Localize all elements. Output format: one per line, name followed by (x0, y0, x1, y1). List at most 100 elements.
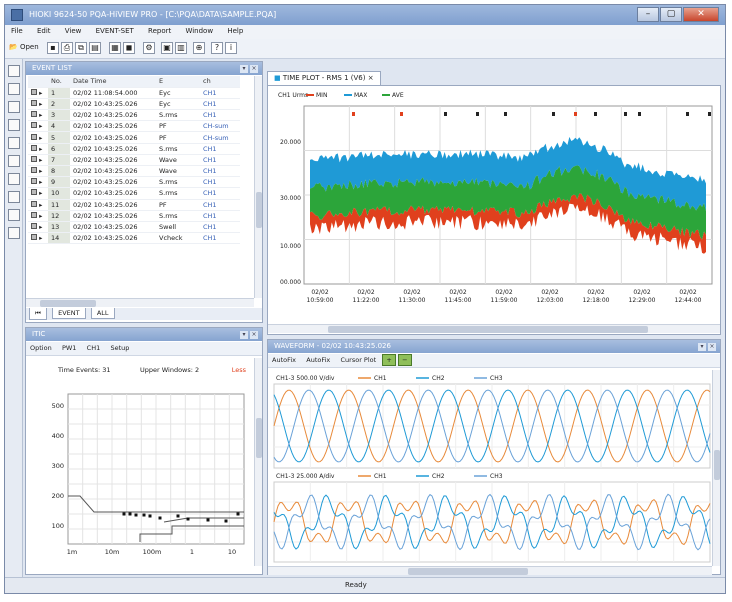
maximize-button[interactable]: ▢ (660, 7, 682, 22)
tool-zoom-icon[interactable] (8, 83, 20, 95)
tool-vector-icon[interactable] (8, 209, 20, 221)
pin-icon[interactable]: ▾ (240, 65, 248, 73)
row-checkbox[interactable]: ▸ (28, 120, 48, 133)
event-row[interactable]: ▸ 11 02/02 10:43:25.026 PF CH1 (28, 199, 240, 211)
disk-icon[interactable]: ◼ (123, 42, 135, 54)
event-row[interactable]: ▸ 5 02/02 10:43:25.026 PF CH-sum (28, 131, 240, 144)
trend-chart[interactable]: CH1 Urms MIN MAX AVE 20.000 30.000 10.000 00.00… (268, 86, 720, 334)
itic-ch-select[interactable]: CH1 (83, 342, 105, 354)
row-checkbox[interactable]: ▸ (28, 109, 48, 122)
itic-close-icon[interactable]: × (250, 331, 258, 339)
wave-cursor-plot-button[interactable]: Cursor Plot (337, 354, 381, 366)
row-checkbox[interactable]: ▸ (28, 154, 48, 167)
tool-graph-icon[interactable] (8, 155, 20, 167)
event-row[interactable]: ▸ 12 02/02 10:43:25.026 S.rms CH1 (28, 210, 240, 222)
tool-measure-icon[interactable] (8, 101, 20, 113)
itic-setup-button[interactable]: Setup (106, 342, 133, 354)
event-row[interactable]: ▸ 8 02/02 10:43:25.026 Wave CH1 (28, 165, 240, 178)
row-checkbox[interactable]: ▸ (28, 232, 48, 245)
itic-chart[interactable]: Time Events: 31 Upper Windows: 2 Less 500 40… (28, 358, 260, 568)
wave-hscroll[interactable] (268, 566, 712, 575)
copy-icon[interactable]: ⧉ (75, 42, 87, 54)
menu-event-set[interactable]: EVENT-SET (90, 25, 140, 35)
wave-vscroll[interactable] (712, 370, 720, 566)
tool-list-icon[interactable] (8, 137, 20, 149)
wave-close-icon[interactable]: × (708, 343, 716, 351)
tool-cursor-icon[interactable] (8, 119, 20, 131)
row-checkbox[interactable]: ▸ (28, 187, 48, 200)
paste-icon[interactable]: ▤ (89, 42, 101, 54)
save-icon[interactable]: ▪ (47, 42, 59, 54)
trend-x-tick-date: 02/02 (633, 289, 650, 296)
row-event: Eyc (156, 87, 200, 99)
status-bar: Ready (5, 577, 725, 593)
window-cascade-icon[interactable]: ▣ (161, 42, 173, 54)
event-row[interactable]: ▸ 14 02/02 10:43:25.026 Vcheck CH1 (28, 232, 240, 245)
col-datetime[interactable]: Date Time (70, 76, 156, 88)
close-button[interactable]: ✕ (683, 7, 719, 22)
wave-zoom-out-icon[interactable]: − (398, 354, 412, 366)
event-row[interactable]: ▸ 1 02/02 11:08:54.000 Eyc CH1 (28, 87, 240, 99)
tab-event[interactable]: EVENT (52, 308, 86, 319)
about-icon[interactable]: i (225, 42, 237, 54)
menu-window[interactable]: Window (179, 25, 219, 35)
row-checkbox[interactable]: ▸ (28, 87, 48, 99)
row-checkbox[interactable]: ▸ (28, 143, 48, 155)
event-row[interactable]: ▸ 9 02/02 10:43:25.026 S.rms CH1 (28, 176, 240, 189)
event-marker (708, 112, 711, 116)
row-checkbox[interactable]: ▸ (28, 176, 48, 189)
col-event[interactable]: E (156, 76, 200, 88)
help-icon[interactable]: ? (211, 42, 223, 54)
report-icon[interactable]: ▦ (109, 42, 121, 54)
col-no[interactable]: No. (48, 76, 70, 88)
event-list-hscroll[interactable] (26, 298, 254, 307)
trend-doc-tab[interactable]: ■ TIME PLOT - RMS 1 (V6) × (267, 71, 381, 85)
col-channel[interactable]: ch (200, 76, 240, 88)
menu-view[interactable]: View (59, 25, 88, 35)
tool-harmonic-icon[interactable] (8, 191, 20, 203)
row-checkbox[interactable]: ▸ (28, 199, 48, 211)
menu-report[interactable]: Report (142, 25, 177, 35)
tool-pointer-icon[interactable] (8, 65, 20, 77)
itic-vscroll[interactable] (254, 358, 262, 566)
itic-option-button[interactable]: Option (26, 342, 56, 354)
tool-trend-icon[interactable] (8, 173, 20, 185)
trend-hscroll[interactable] (268, 324, 720, 333)
wave-pin-icon[interactable]: ▾ (698, 343, 706, 351)
menu-file[interactable]: File (5, 25, 29, 35)
panel-close-icon[interactable]: × (250, 65, 258, 73)
itic-pw-select[interactable]: PW1 (58, 342, 80, 354)
menu-edit[interactable]: Edit (31, 25, 57, 35)
waveform-chart[interactable]: CH1-3 500.00 V/div CH1 CH2 CH3 CH1-3 25.000 … (270, 370, 718, 566)
open-button[interactable]: 📂 Open (9, 43, 39, 51)
window-tile-icon[interactable]: ▥ (175, 42, 187, 54)
wave-zoom-in-icon[interactable]: + (382, 354, 396, 366)
event-row[interactable]: ▸ 3 02/02 10:43:25.026 S.rms CH1 (28, 109, 240, 122)
row-datetime: 02/02 10:43:25.026 (70, 165, 156, 178)
event-row[interactable]: ▸ 2 02/02 10:43:25.026 Eyc CH1 (28, 98, 240, 111)
settings-icon[interactable]: ⚙ (143, 42, 155, 54)
row-checkbox[interactable]: ▸ (28, 98, 48, 111)
wave-autofix-1-button[interactable]: AutoFix (268, 354, 300, 366)
event-row[interactable]: ▸ 6 02/02 10:43:25.026 S.rms CH1 (28, 143, 240, 155)
print-icon[interactable]: ⎙ (61, 42, 73, 54)
event-row[interactable]: ▸ 7 02/02 10:43:25.026 Wave CH1 (28, 154, 240, 167)
zoom-icon[interactable]: ⊕ (193, 42, 205, 54)
event-row[interactable]: ▸ 13 02/02 10:43:25.026 Swell CH1 (28, 221, 240, 234)
event-row[interactable]: ▸ 4 02/02 10:43:25.026 PF CH-sum (28, 120, 240, 133)
tab-close-icon[interactable]: × (368, 74, 374, 82)
row-checkbox[interactable]: ▸ (28, 210, 48, 222)
event-list-vscroll[interactable] (254, 76, 262, 298)
trend-y-tick: 00.000 (280, 279, 301, 286)
tool-export-icon[interactable] (8, 227, 20, 239)
itic-pin-icon[interactable]: ▾ (240, 331, 248, 339)
event-row[interactable]: ▸ 10 02/02 10:43:25.026 S.rms CH1 (28, 187, 240, 200)
row-checkbox[interactable]: ▸ (28, 221, 48, 234)
tab-all[interactable]: ALL (90, 308, 115, 319)
minimize-button[interactable]: – (637, 7, 659, 22)
row-checkbox[interactable]: ▸ (28, 131, 48, 144)
menu-help[interactable]: Help (221, 25, 249, 35)
wave-autofix-2-button[interactable]: AutoFix (302, 354, 334, 366)
nav-first-icon[interactable]: ⏮ (29, 308, 47, 320)
row-checkbox[interactable]: ▸ (28, 165, 48, 178)
